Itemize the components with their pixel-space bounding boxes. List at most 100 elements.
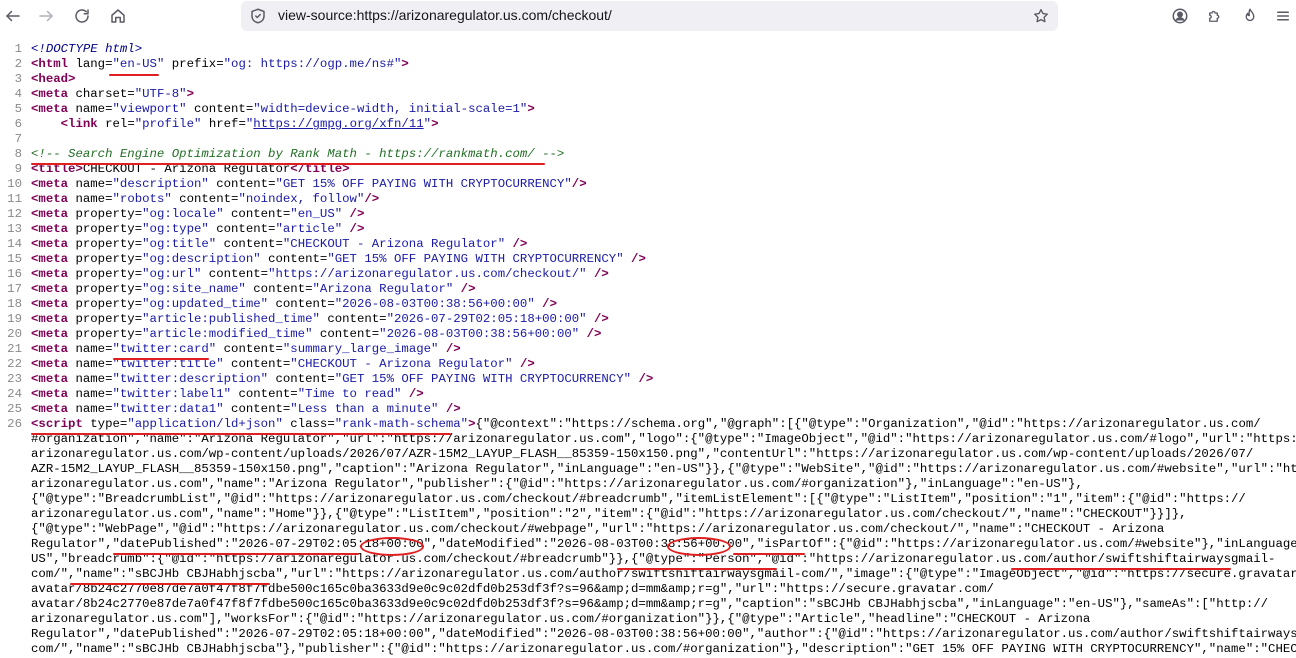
back-button[interactable] [1,4,25,28]
annotation-underline-ispartof [733,553,805,555]
source-token: <meta [31,342,69,356]
source-token: /> [586,312,609,326]
line-number: 23 [7,372,22,386]
source-code: com/","name":"sBCJHb CBJHabhjscba"},"pub… [22,642,1296,657]
source-line: 1 <!DOCTYPE html> [0,42,1296,57]
source-line: {"@type":"WebPage","@id":"https://arizon… [0,522,1296,537]
source-token: "en_US" [290,207,343,221]
source-token: <meta [31,312,69,326]
account-button[interactable] [1168,4,1192,28]
source-token: property= [68,252,143,266]
source-token: > [431,117,439,131]
extensions-button[interactable] [1203,4,1227,28]
source-line: avatar/8b24c2770e87de7a0f47f8f7fdbe500c1… [0,597,1296,612]
source-token: "og:title" [142,237,217,251]
source-token: property= [68,267,143,281]
source-token: > [186,87,194,101]
source-token: "article:published_time" [142,312,320,326]
source-token: <!-- Search Engine Optimization by Rank … [31,147,565,161]
source-link[interactable]: https://gmpg.org/xfn/11 [253,117,423,131]
source-token: name= [68,402,113,416]
annotation-underline-person-type [617,568,777,570]
source-token: content= [208,177,276,191]
source-line: 23 <meta name="twitter:description" conte… [0,372,1296,387]
source-line: 11 <meta name="robots" content="noindex, … [0,192,1296,207]
line-number [0,642,22,657]
source-token: Regulator","datePublished":"2026-07-29T0… [31,627,1296,641]
source-token: prefix= [164,57,224,71]
source-token: property= [68,207,143,221]
line-number [0,612,22,627]
source-token: content= [260,252,328,266]
source-token: <meta [31,402,69,416]
source-token: "og:site_name" [142,282,246,296]
source-token: <meta [31,357,69,371]
puzzle-icon [1209,10,1220,22]
source-code: {"@type":"WebPage","@id":"https://arizon… [22,522,1164,537]
source-token: "Arizona Regulator" [312,282,454,296]
annotation-underline-rankmath-comment [31,163,545,165]
source-token: /> [453,282,476,296]
source-line: 15 <meta property="og:description" conten… [0,252,1296,267]
source-line: 3 <head> [0,72,1296,87]
address-bar[interactable]: view-source:https://arizonaregulator.us.… [241,1,1058,31]
home-button[interactable] [106,4,130,28]
bookmark-star-icon[interactable] [1032,7,1050,25]
forward-button[interactable] [34,4,58,28]
source-code: <html lang="en-US" prefix="og: https://o… [22,57,409,72]
firefox-relay-button[interactable] [1238,4,1262,28]
source-token: "en-US" [112,57,165,71]
source-token: "twitter:data1" [112,402,224,416]
source-token: "og:updated_time" [142,297,269,311]
source-code: <meta name="twitter:label1" content="Tim… [22,387,424,402]
line-number [0,582,22,597]
source-token: {"@context":"https://schema.org","@graph… [475,417,1261,431]
source-token: "viewport" [112,102,187,116]
line-number [0,537,22,552]
source-token: <meta [31,222,69,236]
source-token: <script [31,417,83,431]
source-line: 5 <meta name="viewport" content="width=de… [0,102,1296,117]
source-token: property= [68,297,143,311]
line-number: 22 [7,357,22,371]
source-token: "GET 15% OFF PAYING WITH CRYPTOCURRENCY" [334,372,632,386]
source-token: arizonaregulator.us.com"],"worksFor":{"@… [31,612,1091,626]
source-token: /> [623,252,646,266]
source-token: "2026-08-03T00:38:56+00:00" [334,297,535,311]
line-number [0,477,22,492]
source-token: "noindex, follow" [238,192,365,206]
source-token: <meta [31,282,69,296]
source-token: "2026-08-03T00:38:56+00:00" [379,327,580,341]
home-icon [111,9,125,23]
source-line: arizonaregulator.us.com/wp-content/uploa… [0,447,1296,462]
page-source-view: 1 <!DOCTYPE html> 2 <html lang="en-US" pref… [0,42,1296,658]
source-code: avatar/8b24c2770e87de7a0f47f8f7fdbe500c1… [22,597,1268,612]
source-code: <!-- Search Engine Optimization by Rank … [22,147,564,162]
line-number: 9 [14,162,22,176]
source-token: "twitter:card" [112,342,217,356]
source-code: <meta property="og:type" content="articl… [22,222,364,237]
source-token: "CHECKOUT - Arizona Regulator" [290,357,513,371]
source-token: <meta [31,192,69,206]
source-token: /> [505,237,528,251]
arrow-left-icon [6,10,20,22]
source-code: <head> [22,72,75,87]
reload-button[interactable] [70,4,94,28]
source-token: <meta [31,252,69,266]
source-token: content= [319,312,387,326]
source-token: arizonaregulator.us.com","name":"Home"}}… [31,507,1187,521]
source-token: > [527,102,535,116]
url-text[interactable]: view-source:https://arizonaregulator.us.… [278,7,612,23]
source-token: property= [68,237,143,251]
shield-icon[interactable] [249,7,267,25]
source-token: name= [68,102,113,116]
line-number: 26 [7,417,22,431]
annotation-circle-published-offset [360,537,424,556]
source-line: arizonaregulator.us.com"],"worksFor":{"@… [0,612,1296,627]
source-code: <meta name="description" content="GET 15… [22,177,587,192]
line-number: 10 [7,177,22,191]
source-token: content= [312,327,380,341]
source-token: name= [68,342,113,356]
source-code: arizonaregulator.us.com","name":"Home"}}… [22,507,1187,522]
menu-button[interactable] [1271,4,1295,28]
